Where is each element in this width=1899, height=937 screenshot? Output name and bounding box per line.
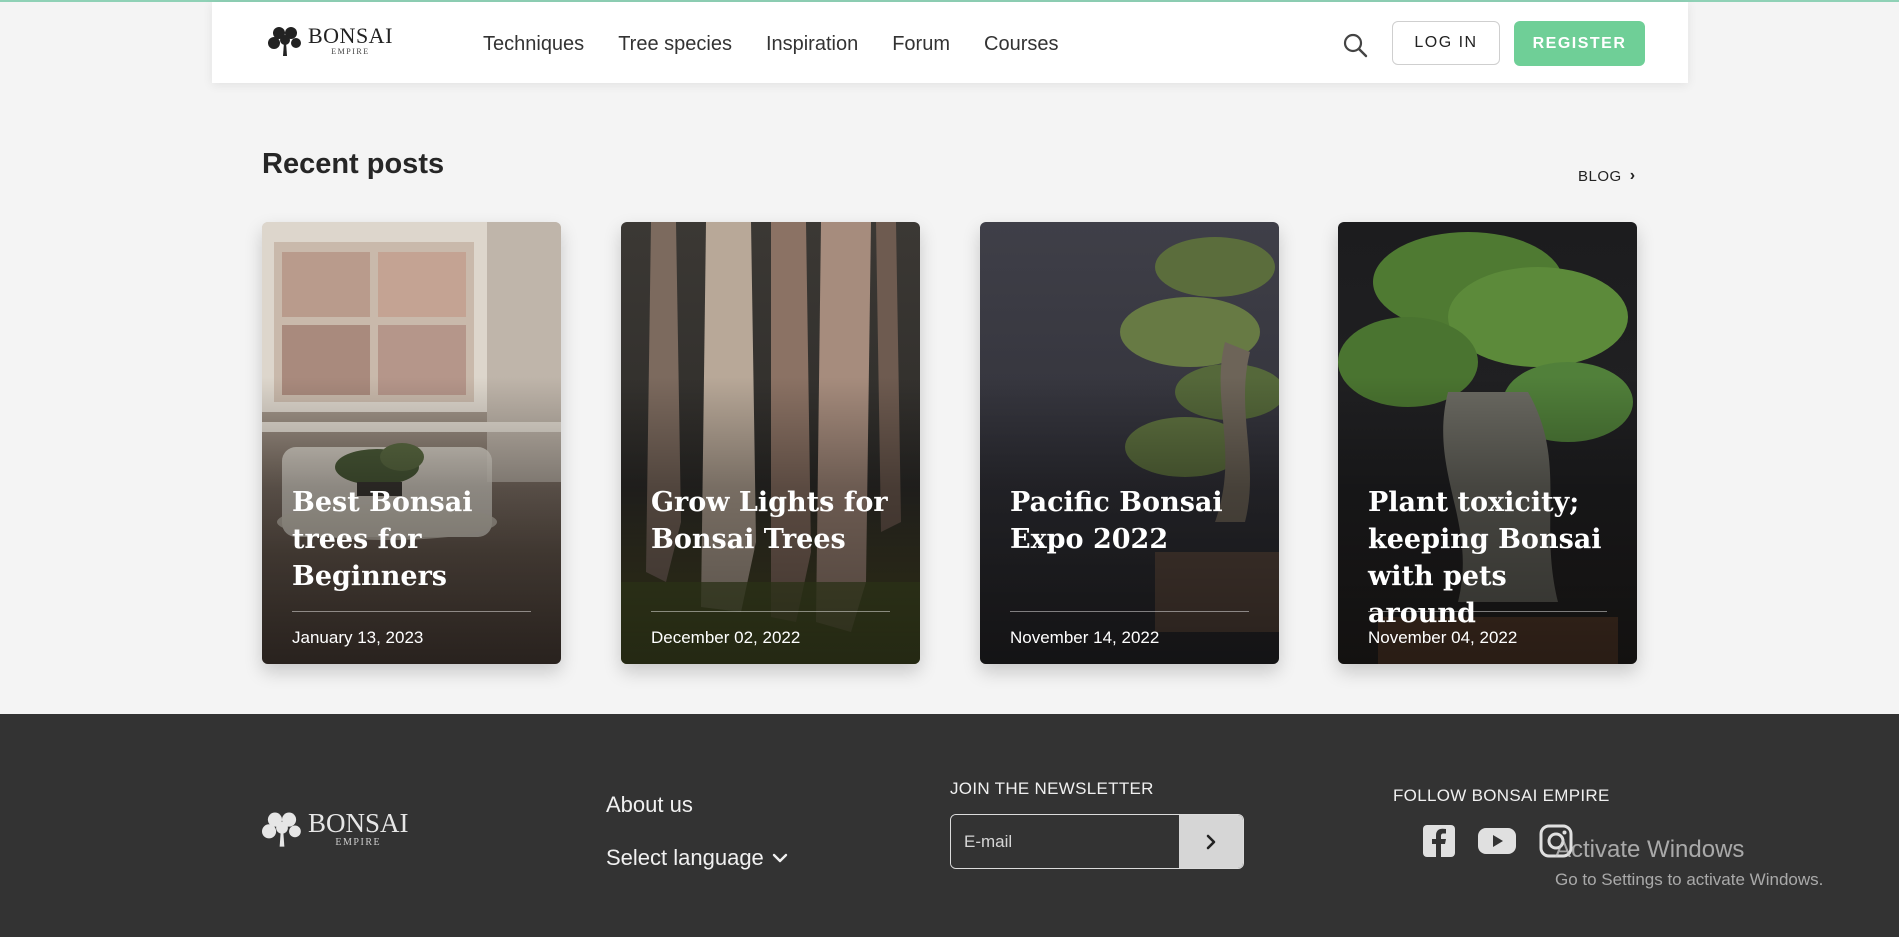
site-header: BONSAI EMPIRE Techniques Tree species In… [212, 2, 1688, 83]
post-divider [1368, 611, 1607, 612]
logo-subtitle: EMPIRE [331, 47, 370, 56]
post-card[interactable]: Best Bonsai trees for Beginners January … [262, 222, 561, 664]
bonsai-logo-icon [268, 27, 301, 56]
footer-logo[interactable]: BONSAI EMPIRE [262, 809, 409, 849]
follow-label: FOLLOW BONSAI EMPIRE [1393, 786, 1610, 805]
post-title: Best Bonsai trees for Beginners [292, 487, 473, 592]
chevron-right-icon: › [1629, 167, 1636, 184]
recent-posts-title: Recent posts [262, 148, 445, 180]
os-activation-watermark: Activate Windows Go to Settings to activ… [1555, 836, 1823, 890]
bonsai-logo-icon [262, 812, 301, 847]
footer-logo-wordmark: BONSAI [308, 808, 409, 838]
post-card[interactable]: Grow Lights for Bonsai Trees December 02… [621, 222, 920, 664]
site-footer: BONSAI EMPIRE About us Select language J… [0, 714, 1899, 937]
newsletter-label: JOIN THE NEWSLETTER [950, 779, 1154, 798]
main-nav: Techniques Tree species Inspiration Foru… [483, 32, 1093, 56]
post-date: November 04, 2022 [1368, 628, 1518, 647]
post-title: Plant toxicity; keeping Bonsai with pets… [1368, 487, 1602, 629]
newsletter-form [950, 814, 1244, 869]
post-divider [292, 611, 531, 612]
youtube-icon[interactable] [1477, 824, 1517, 858]
language-select-label: Select language [606, 845, 764, 870]
post-date: November 14, 2022 [1010, 628, 1160, 647]
post-card[interactable]: Pacific Bonsai Expo 2022 November 14, 20… [980, 222, 1279, 664]
post-divider [651, 611, 890, 612]
chevron-right-icon [1206, 834, 1216, 849]
footer-logo-subtitle: EMPIRE [335, 837, 382, 848]
post-title: Grow Lights for Bonsai Trees [651, 487, 888, 555]
post-title: Pacific Bonsai Expo 2022 [1010, 487, 1223, 555]
about-us-link[interactable]: About us [606, 792, 693, 818]
post-card[interactable]: Plant toxicity; keeping Bonsai with pets… [1338, 222, 1637, 664]
post-divider [1010, 611, 1249, 612]
newsletter-submit-button[interactable] [1179, 815, 1243, 868]
nav-courses[interactable]: Courses [984, 32, 1058, 56]
nav-forum[interactable]: Forum [892, 32, 950, 56]
post-date: January 13, 2023 [292, 628, 424, 647]
login-button[interactable]: LOG IN [1392, 21, 1500, 65]
register-button[interactable]: REGISTER [1514, 21, 1645, 66]
nav-techniques[interactable]: Techniques [483, 32, 584, 56]
blog-link-label: BLOG [1578, 167, 1622, 185]
nav-inspiration[interactable]: Inspiration [766, 32, 858, 56]
watermark-subtitle: Go to Settings to activate Windows. [1555, 870, 1824, 889]
facebook-icon[interactable] [1422, 824, 1456, 858]
nav-tree-species[interactable]: Tree species [618, 32, 732, 56]
newsletter-email-input[interactable] [951, 815, 1179, 868]
search-icon[interactable] [1342, 32, 1368, 58]
post-date: December 02, 2022 [651, 628, 801, 647]
site-logo[interactable]: BONSAI EMPIRE [268, 24, 393, 58]
chevron-down-icon [772, 853, 787, 863]
watermark-title: Activate Windows [1555, 836, 1745, 863]
logo-wordmark: BONSAI [308, 23, 393, 48]
blog-link[interactable]: BLOG › [1578, 167, 1636, 185]
language-select[interactable]: Select language [606, 845, 788, 871]
